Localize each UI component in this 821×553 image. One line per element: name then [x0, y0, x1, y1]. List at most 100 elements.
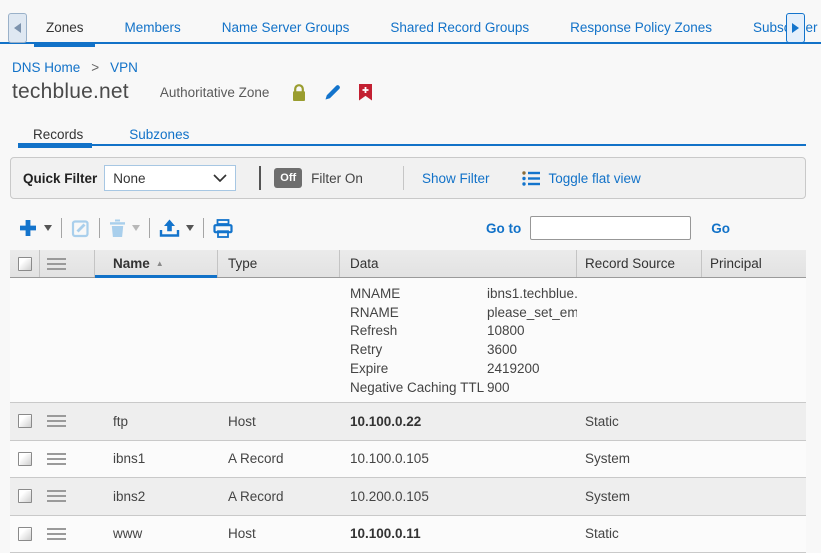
column-header-label: Data	[350, 256, 379, 271]
breadcrumb-link-vpn[interactable]: VPN	[110, 60, 138, 75]
record-principal-cell	[702, 516, 806, 553]
record-type-cell: Host	[218, 516, 340, 553]
column-header-type[interactable]: Type	[218, 250, 340, 277]
tab-records[interactable]: Records	[33, 127, 83, 142]
column-header-name[interactable]: Name ▲	[95, 250, 218, 277]
chevron-left-icon	[14, 21, 21, 36]
zone-title-row: techblue.net Authoritative Zone	[12, 80, 372, 104]
tab-subzones[interactable]: Subzones	[129, 127, 189, 142]
record-data-value: 10.100.0.11	[350, 526, 421, 541]
filter-on-label: Filter On	[311, 171, 363, 186]
row-checkbox-cell	[10, 478, 40, 515]
goto-label: Go to	[486, 221, 521, 236]
tab-members[interactable]: Members	[125, 20, 181, 35]
record-data-cell: 10.100.0.22	[340, 403, 577, 440]
row-checkbox[interactable]	[18, 452, 32, 466]
row-checkbox-cell	[10, 403, 40, 440]
table-row: wwwHost10.100.0.11Static	[10, 516, 806, 553]
toolbar	[18, 212, 233, 244]
active-tab-indicator	[34, 42, 95, 47]
record-source-cell: System	[577, 478, 702, 515]
tab-name-server-groups[interactable]: Name Server Groups	[222, 20, 350, 35]
filter-bar-divider	[403, 166, 404, 190]
table-header: Name ▲ Type Data Record Source Principal	[10, 250, 806, 278]
print-icon[interactable]	[213, 219, 233, 238]
filter-bar: Quick Filter None Off Filter On Show Fil…	[10, 157, 806, 199]
record-data-value: 10.200.0.105	[350, 489, 429, 504]
tab-response-policy-zones[interactable]: Response Policy Zones	[570, 20, 712, 35]
show-filter-link[interactable]: Show Filter	[422, 171, 490, 186]
soa-field-label: MNAME	[350, 285, 487, 304]
record-data-cell: 10.200.0.105	[340, 478, 577, 515]
toolbar-divider	[149, 218, 150, 238]
table-body: MNAMEibns1.techblue.netRNAMEplease_set_e…	[10, 278, 806, 553]
table-row: ftpHost10.100.0.22Static	[10, 403, 806, 441]
row-menu-cell	[40, 478, 95, 515]
select-all-checkbox[interactable]	[18, 257, 32, 271]
row-menu-cell	[40, 278, 95, 402]
record-name-cell	[95, 278, 218, 402]
column-header-label: Record Source	[585, 256, 675, 271]
quick-filter-value: None	[113, 171, 145, 186]
delete-icon[interactable]	[109, 219, 126, 238]
column-header-data[interactable]: Data	[340, 250, 577, 277]
tab-zones[interactable]: Zones	[46, 20, 84, 35]
edit-icon[interactable]	[71, 219, 90, 238]
sub-tab-underline	[18, 144, 806, 146]
export-icon[interactable]	[159, 219, 180, 238]
delete-dropdown-caret-icon[interactable]	[132, 225, 140, 231]
record-type-cell: A Record	[218, 478, 340, 515]
row-checkbox[interactable]	[18, 527, 32, 541]
quick-filter-select[interactable]: None	[104, 165, 236, 191]
record-source-cell: Static	[577, 516, 702, 553]
add-dropdown-caret-icon[interactable]	[44, 225, 52, 231]
lock-icon	[291, 83, 307, 102]
row-menu-icon[interactable]	[47, 528, 66, 540]
soa-field-value: 900	[487, 379, 510, 398]
bookmark-add-icon[interactable]	[359, 84, 372, 101]
row-menu-icon[interactable]	[47, 415, 66, 427]
record-source-cell: System	[577, 441, 702, 478]
record-principal-cell	[702, 403, 806, 440]
row-checkbox[interactable]	[18, 489, 32, 503]
tab-scroll-left-button[interactable]	[8, 13, 27, 43]
edit-pencil-icon[interactable]	[323, 83, 342, 102]
page-title: techblue.net	[12, 80, 129, 104]
record-principal-cell	[702, 478, 806, 515]
sort-ascending-icon: ▲	[156, 259, 164, 268]
tab-shared-record-groups[interactable]: Shared Record Groups	[390, 20, 529, 35]
record-name-cell: ibns2	[95, 478, 218, 515]
add-icon[interactable]	[18, 218, 38, 238]
column-header-label: Name	[113, 256, 150, 271]
row-menu-cell	[40, 516, 95, 553]
column-header-principal[interactable]: Principal	[702, 250, 806, 277]
flat-view-icon	[522, 171, 541, 186]
row-menu-icon[interactable]	[47, 453, 66, 465]
toolbar-divider	[99, 218, 100, 238]
row-checkbox[interactable]	[18, 414, 32, 428]
soa-field-value: ibns1.techblue.net	[487, 285, 577, 304]
tab-bar-underline	[0, 42, 821, 44]
sub-tab-bar: Records Subzones	[33, 124, 189, 144]
column-header-record-source[interactable]: Record Source	[577, 250, 702, 277]
soa-field-value: 2419200	[487, 360, 540, 379]
soa-data-pair: Retry3600	[350, 341, 577, 360]
soa-data-pair: Refresh10800	[350, 322, 577, 341]
go-button[interactable]: Go	[711, 221, 730, 236]
breadcrumb-link-dns-home[interactable]: DNS Home	[12, 60, 80, 75]
filter-toggle-button[interactable]: Off	[274, 168, 302, 188]
row-menu-icon[interactable]	[47, 490, 66, 502]
top-tab-bar: Zones Members Name Server Groups Shared Rec…	[46, 12, 821, 42]
goto-input[interactable]	[530, 216, 691, 240]
tab-scroll-right-button[interactable]	[786, 13, 805, 43]
row-checkbox-cell	[10, 516, 40, 553]
record-data-cell: MNAMEibns1.techblue.netRNAMEplease_set_e…	[340, 278, 577, 402]
record-data-value: 10.100.0.22	[350, 414, 421, 429]
soa-data-pair: Negative Caching TTL900	[350, 379, 577, 398]
record-source-cell: Static	[577, 403, 702, 440]
records-table: Name ▲ Type Data Record Source Principal MNAM…	[10, 250, 806, 553]
export-dropdown-caret-icon[interactable]	[186, 225, 194, 231]
soa-field-label: Negative Caching TTL	[350, 379, 487, 398]
column-menu-icon[interactable]	[47, 258, 66, 270]
toggle-flat-view-link[interactable]: Toggle flat view	[548, 171, 640, 186]
